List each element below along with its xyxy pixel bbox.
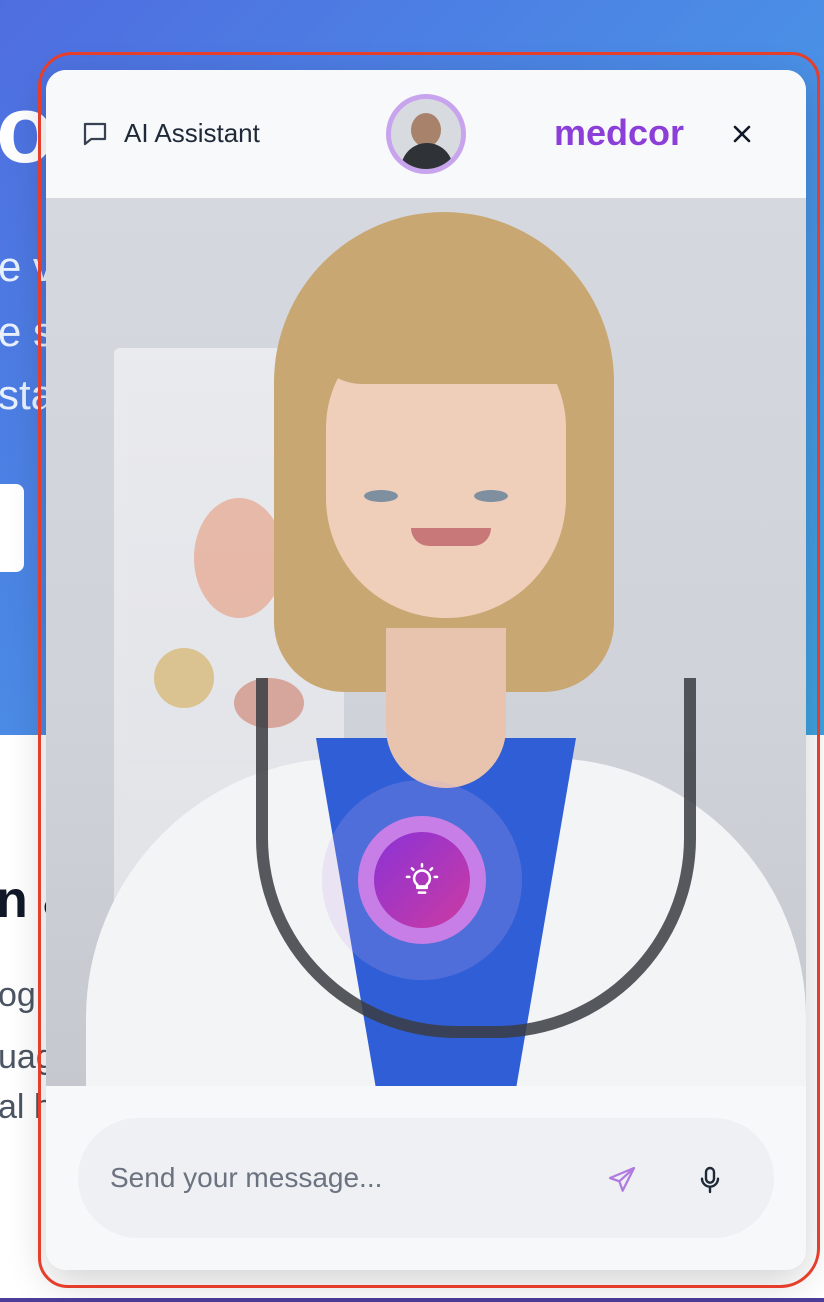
close-icon [733, 125, 751, 143]
doctor-fringe [308, 254, 578, 384]
avatar-body [401, 143, 453, 169]
microphone-button[interactable] [690, 1160, 730, 1200]
lightbulb-icon [405, 862, 439, 894]
hero-title-fragment: o [0, 76, 55, 183]
suggestions-button[interactable] [358, 816, 486, 944]
hero-cta-button[interactable] [0, 484, 24, 572]
page-bottom-rule [0, 1298, 824, 1302]
avatar-video [46, 198, 806, 1086]
avatar-head [411, 113, 441, 147]
doctor-lips [411, 528, 491, 546]
send-icon [608, 1166, 636, 1192]
ai-assistant-widget: AI Assistant medcor [46, 70, 806, 1270]
poster-illustration [154, 648, 214, 708]
header-title-group: AI Assistant [80, 118, 260, 149]
microphone-icon [700, 1166, 720, 1194]
suggestions-button-core [374, 832, 470, 928]
avatar[interactable] [386, 94, 466, 174]
composer-area [46, 1086, 806, 1270]
send-button[interactable] [602, 1160, 642, 1200]
poster-illustration [194, 498, 284, 618]
header-title: AI Assistant [124, 118, 260, 148]
doctor-eye [474, 490, 508, 502]
doctor-eye [364, 490, 398, 502]
brand-logo: medcor [554, 112, 685, 153]
message-box [78, 1118, 774, 1238]
section-text-line: al h [0, 1088, 53, 1126]
close-button[interactable] [724, 116, 760, 152]
widget-header: AI Assistant medcor [46, 70, 806, 198]
section-text-line: og [0, 976, 36, 1014]
chat-bubble-icon [83, 122, 107, 145]
message-input[interactable] [110, 1156, 570, 1200]
